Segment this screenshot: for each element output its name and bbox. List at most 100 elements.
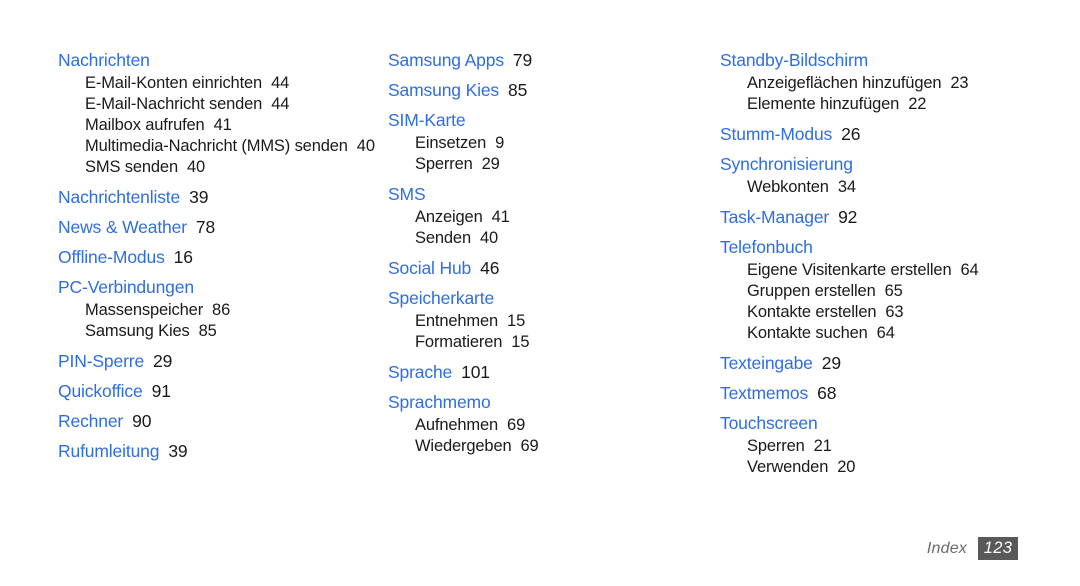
- index-subentry-page-number: 15: [511, 333, 530, 351]
- index-subentry[interactable]: Samsung Kies 85: [58, 321, 376, 342]
- index-heading-label: Rufumleitung: [58, 441, 160, 461]
- index-heading[interactable]: Textmemos 68: [720, 381, 1036, 405]
- index-subentry[interactable]: Elemente hinzufügen 22: [720, 94, 1036, 115]
- index-heading-label: Task-Manager: [720, 207, 830, 227]
- index-entry-group: Rufumleitung 39: [58, 439, 376, 463]
- index-heading-label: Standby-Bildschirm: [720, 50, 869, 70]
- index-heading[interactable]: Telefonbuch: [720, 235, 1036, 259]
- index-entry-group: Sprachmemo Aufnehmen 69 Wiedergeben 69: [388, 390, 706, 457]
- index-entry-group: PIN-Sperre 29: [58, 349, 376, 373]
- index-subentry-label: Webkonten: [747, 178, 829, 196]
- index-heading-label: Telefonbuch: [720, 237, 813, 257]
- index-subentry[interactable]: Anzeigen 41: [388, 207, 706, 228]
- index-heading-label: Offline-Modus: [58, 247, 165, 267]
- index-subentry[interactable]: Gruppen erstellen 65: [720, 281, 1036, 302]
- index-subentry[interactable]: SMS senden 40: [58, 157, 376, 178]
- index-subentry[interactable]: Mailbox aufrufen 41: [58, 115, 376, 136]
- index-heading-page-number: 68: [817, 383, 837, 403]
- index-subentry-list: Anzeigeflächen hinzufügen 23 Elemente hinz…: [720, 73, 1036, 115]
- index-heading-label: PC-Verbindungen: [58, 277, 194, 297]
- index-subentry[interactable]: Anzeigeflächen hinzufügen 23: [720, 73, 1036, 94]
- index-heading[interactable]: Nachrichten: [58, 48, 376, 72]
- index-subentry[interactable]: Einsetzen 9: [388, 133, 706, 154]
- index-heading[interactable]: Task-Manager 92: [720, 205, 1036, 229]
- index-heading-label: Stumm-Modus: [720, 124, 833, 144]
- index-subentry-label: Formatieren: [415, 333, 503, 351]
- index-heading[interactable]: Speicherkarte: [388, 286, 706, 310]
- index-heading[interactable]: Rechner 90: [58, 409, 376, 433]
- index-heading-label: Nachrichten: [58, 50, 150, 70]
- index-heading[interactable]: Samsung Apps 79: [388, 48, 706, 72]
- index-entry-group: SMS Anzeigen 41 Senden 40: [388, 182, 706, 249]
- index-heading[interactable]: Nachrichtenliste 39: [58, 185, 376, 209]
- index-heading[interactable]: Texteingabe 29: [720, 351, 1036, 375]
- index-entry-group: Standby-Bildschirm Anzeigeflächen hinzufü…: [720, 48, 1036, 115]
- index-heading[interactable]: Samsung Kies 85: [388, 78, 706, 102]
- index-page: Nachrichten E-Mail-Konten einrichten 44 E-M…: [0, 0, 1080, 586]
- index-heading[interactable]: SMS: [388, 182, 706, 206]
- index-heading[interactable]: Sprache 101: [388, 360, 706, 384]
- index-subentry-page-number: 9: [495, 134, 505, 152]
- index-subentry-page-number: 41: [213, 116, 232, 134]
- index-subentry-label: Eigene Visitenkarte erstellen: [747, 261, 952, 279]
- index-heading[interactable]: PIN-Sperre 29: [58, 349, 376, 373]
- index-heading-page-number: 92: [838, 207, 858, 227]
- index-subentry[interactable]: Entnehmen 15: [388, 311, 706, 332]
- index-subentry[interactable]: Verwenden 20: [720, 457, 1036, 478]
- index-subentry[interactable]: E-Mail-Konten einrichten 44: [58, 73, 376, 94]
- index-subentry[interactable]: E-Mail-Nachricht senden 44: [58, 94, 376, 115]
- index-heading[interactable]: Stumm-Modus 26: [720, 122, 1036, 146]
- index-heading[interactable]: News & Weather 78: [58, 215, 376, 239]
- index-entry-group: Task-Manager 92: [720, 205, 1036, 229]
- index-subentry-list: E-Mail-Konten einrichten 44 E-Mail-Nachric…: [58, 73, 376, 178]
- index-subentry[interactable]: Webkonten 34: [720, 177, 1036, 198]
- index-entry-group: SIM-Karte Einsetzen 9 Sperren 29: [388, 108, 706, 175]
- index-subentry[interactable]: Multimedia-Nachricht (MMS) senden 40: [58, 136, 376, 157]
- index-subentry[interactable]: Kontakte suchen 64: [720, 323, 1036, 344]
- index-subentry-label: Samsung Kies: [85, 322, 190, 340]
- index-heading-label: SMS: [388, 184, 426, 204]
- index-subentry[interactable]: Sperren 29: [388, 154, 706, 175]
- index-entry-group: Texteingabe 29: [720, 351, 1036, 375]
- index-subentry-page-number: 86: [212, 301, 231, 319]
- index-entry-group: Social Hub 46: [388, 256, 706, 280]
- index-subentry[interactable]: Aufnehmen 69: [388, 415, 706, 436]
- index-heading[interactable]: Touchscreen: [720, 411, 1036, 435]
- index-subentry-label: Anzeigeflächen hinzufügen: [747, 74, 942, 92]
- index-heading[interactable]: Quickoffice 91: [58, 379, 376, 403]
- index-heading[interactable]: Rufumleitung 39: [58, 439, 376, 463]
- index-subentry[interactable]: Kontakte erstellen 63: [720, 302, 1036, 323]
- index-subentry-page-number: 40: [186, 158, 206, 176]
- index-subentry-label: Gruppen erstellen: [747, 282, 876, 300]
- index-heading[interactable]: Standby-Bildschirm: [720, 48, 1036, 72]
- index-subentry-page-number: 44: [271, 95, 290, 113]
- index-subentry-label: Einsetzen: [415, 134, 487, 152]
- index-subentry[interactable]: Formatieren 15: [388, 332, 706, 353]
- index-subentry-page-number: 69: [520, 437, 539, 455]
- index-subentry-page-number: 23: [950, 74, 969, 92]
- index-heading[interactable]: Synchronisierung: [720, 152, 1036, 176]
- index-heading[interactable]: Social Hub 46: [388, 256, 706, 280]
- index-heading-page-number: 26: [841, 124, 861, 144]
- index-subentry-label: Multimedia-Nachricht (MMS) senden: [85, 137, 348, 155]
- index-heading[interactable]: SIM-Karte: [388, 108, 706, 132]
- index-heading-label: Sprache: [388, 362, 453, 382]
- index-heading-label: Quickoffice: [58, 381, 143, 401]
- index-heading-label: Rechner: [58, 411, 124, 431]
- index-heading-label: Samsung Apps: [388, 50, 504, 70]
- index-subentry[interactable]: Massenspeicher 86: [58, 300, 376, 321]
- index-subentry[interactable]: Eigene Visitenkarte erstellen 64: [720, 260, 1036, 281]
- index-subentry-page-number: 40: [480, 229, 499, 247]
- index-entry-group: Nachrichten E-Mail-Konten einrichten 44 E-M…: [58, 48, 376, 178]
- index-subentry[interactable]: Sperren 21: [720, 436, 1036, 457]
- index-heading[interactable]: PC-Verbindungen: [58, 275, 376, 299]
- index-heading[interactable]: Offline-Modus 16: [58, 245, 376, 269]
- index-subentry-page-number: 63: [885, 303, 904, 321]
- index-subentry-label: Elemente hinzufügen: [747, 95, 900, 113]
- index-subentry[interactable]: Wiedergeben 69: [388, 436, 706, 457]
- index-subentry-label: E-Mail-Konten einrichten: [85, 74, 263, 92]
- index-heading[interactable]: Sprachmemo: [388, 390, 706, 414]
- index-entry-group: PC-Verbindungen Massenspeicher 86 Samsung K…: [58, 275, 376, 342]
- index-heading-label: Social Hub: [388, 258, 472, 278]
- index-subentry[interactable]: Senden 40: [388, 228, 706, 249]
